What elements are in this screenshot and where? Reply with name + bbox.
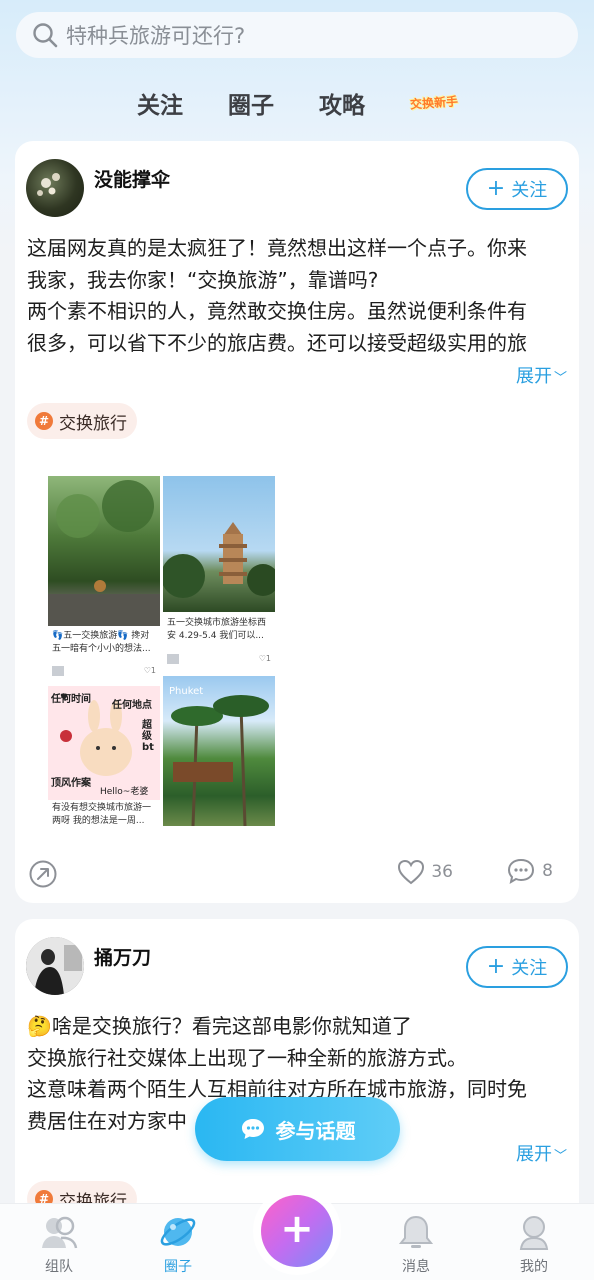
- profile-icon: [514, 1212, 554, 1252]
- chevron-down-icon: ﹀: [553, 1149, 567, 1164]
- image-likes: ♡1: [144, 666, 156, 676]
- image-overlay-text: 顶风作案: [51, 778, 91, 789]
- search-bar[interactable]: 特种兵旅游可还行?: [16, 12, 578, 58]
- like-count: 36: [431, 862, 453, 882]
- image-caption: 👣五一交换旅游👣 搀对五一暗有个小小的想法...: [52, 631, 151, 654]
- heart-icon: ♡: [258, 654, 266, 663]
- planet-icon: [158, 1212, 198, 1252]
- blurred-avatar: [167, 654, 179, 664]
- topic-label: 交换旅行: [59, 413, 127, 434]
- post-text-line: 两个素不相识的人，竟然敢交换住房。虽然说便利条件有: [27, 299, 527, 323]
- tab-guide[interactable]: 攻略: [319, 86, 365, 120]
- post-text-line: 很多，可以省下不少的旅店费。还可以接受超级实用的旅: [27, 330, 527, 355]
- post-text-line: 我家，我去你家！“交换旅游”，靠谱吗?: [27, 267, 379, 292]
- comment-count: 8: [542, 861, 553, 881]
- share-icon[interactable]: [28, 859, 58, 889]
- topic-tag[interactable]: # 交换旅行: [27, 403, 137, 439]
- post-image: [163, 476, 275, 612]
- nav-item-circle[interactable]: 圈子: [138, 1212, 218, 1276]
- hashtag-icon: #: [35, 412, 53, 430]
- post-text[interactable]: 这届网友真的是太疯狂了！竟然想出这样一个点子。你来 我家，我去你家！“交换旅游”…: [27, 233, 561, 359]
- expand-label: 展开: [515, 1144, 552, 1165]
- image-meta: ♡1: [167, 654, 271, 664]
- create-post-button[interactable]: +: [261, 1195, 333, 1267]
- bell-icon: [396, 1212, 436, 1252]
- nav-label: 组队: [45, 1259, 73, 1275]
- image-tile[interactable]: 五一交换城市旅游坐标西安 4.29-5.4 我们可以... ♡1: [163, 476, 275, 672]
- nav-item-team[interactable]: 组队: [19, 1212, 99, 1276]
- follow-label: 关注: [511, 180, 548, 201]
- team-icon: [39, 1212, 79, 1252]
- tab-exchange-newbie[interactable]: 交换新手: [403, 88, 465, 116]
- post-card[interactable]: 没能撑伞 + 关注 这届网友真的是太疯狂了！竟然想出这样一个点子。你来 我家，我…: [15, 141, 579, 903]
- join-topic-label: 参与话题: [275, 1118, 356, 1143]
- expand-button[interactable]: 展开 ﹀: [516, 362, 567, 388]
- image-tile[interactable]: Phuket: [163, 676, 275, 826]
- image-overlay-text: Hello~老婆: [100, 787, 149, 797]
- nav-label: 圈子: [164, 1259, 192, 1275]
- plus-icon: +: [280, 1206, 314, 1252]
- image-overlay-text: Phuket: [169, 686, 204, 697]
- like-button[interactable]: 36: [397, 859, 453, 885]
- expand-button[interactable]: 展开 ﹀: [516, 1140, 567, 1166]
- tab-circle[interactable]: 圈子: [228, 86, 274, 120]
- post-text-line: 这届网友真的是太疯狂了！竟然想出这样一个点子。你来: [27, 236, 527, 260]
- image-overlay-text: 任何地点: [112, 700, 152, 711]
- heart-icon: [398, 859, 425, 885]
- username[interactable]: 捅万刀: [94, 943, 151, 970]
- post-image: [48, 476, 160, 626]
- image-overlay-text: 超级bt: [142, 720, 154, 753]
- follow-label: 关注: [511, 958, 548, 979]
- image-overlay-text: 任何时间: [51, 694, 91, 705]
- search-placeholder: 特种兵旅游可还行?: [66, 24, 246, 48]
- image-like-count: 1: [265, 654, 271, 663]
- image-caption: 五一交换城市旅游坐标西安 4.29-5.4 我们可以...: [167, 618, 267, 641]
- heart-icon: ♡: [143, 666, 151, 675]
- search-icon: [32, 22, 58, 48]
- post-image: [163, 676, 275, 826]
- nav-label: 消息: [402, 1259, 430, 1275]
- comment-button[interactable]: 8: [506, 857, 553, 885]
- image-meta: ♡1: [52, 666, 156, 676]
- image-tile[interactable]: 👣五一交换旅游👣 搀对五一暗有个小小的想法... ♡1: [48, 476, 160, 682]
- avatar[interactable]: [26, 159, 84, 217]
- post-image-collage[interactable]: 👣五一交换旅游👣 搀对五一暗有个小小的想法... ♡1 五一交换城市旅游坐标西安…: [48, 476, 275, 830]
- follow-button[interactable]: + 关注: [466, 168, 568, 210]
- nav-label: 我的: [520, 1259, 548, 1275]
- chevron-down-icon: ﹀: [553, 371, 567, 386]
- tab-follow[interactable]: 关注: [137, 86, 183, 120]
- avatar[interactable]: [26, 937, 84, 995]
- image-caption: 有没有想交换城市旅游一两呀 我的想法是一周...: [52, 803, 152, 826]
- image-likes: ♡1: [259, 654, 271, 664]
- comment-icon: [508, 858, 535, 885]
- follow-button[interactable]: + 关注: [466, 946, 568, 988]
- chat-bubble-icon: [240, 1117, 266, 1141]
- post-text-line: 🤔啥是交换旅行？看完这部电影你就知道了: [27, 1014, 412, 1038]
- image-like-count: 1: [150, 666, 156, 675]
- plus-icon: +: [486, 176, 506, 201]
- top-tabs: 关注 圈子 攻略 交换新手: [0, 86, 594, 120]
- image-tile[interactable]: ♥ 任何时间 任何地点 超级bt 顶风作案 Hello~老婆 有没有想交换城市旅…: [48, 686, 160, 830]
- expand-label: 展开: [515, 366, 552, 387]
- username[interactable]: 没能撑伞: [94, 165, 170, 192]
- post-text-line: 交换旅行社交媒体上出现了一种全新的旅游方式。: [27, 1045, 467, 1070]
- plus-icon: +: [486, 954, 506, 979]
- nav-item-profile[interactable]: 我的: [494, 1212, 574, 1276]
- nav-item-messages[interactable]: 消息: [376, 1212, 456, 1276]
- join-topic-button[interactable]: 参与话题: [195, 1097, 400, 1161]
- blurred-avatar: [52, 666, 64, 676]
